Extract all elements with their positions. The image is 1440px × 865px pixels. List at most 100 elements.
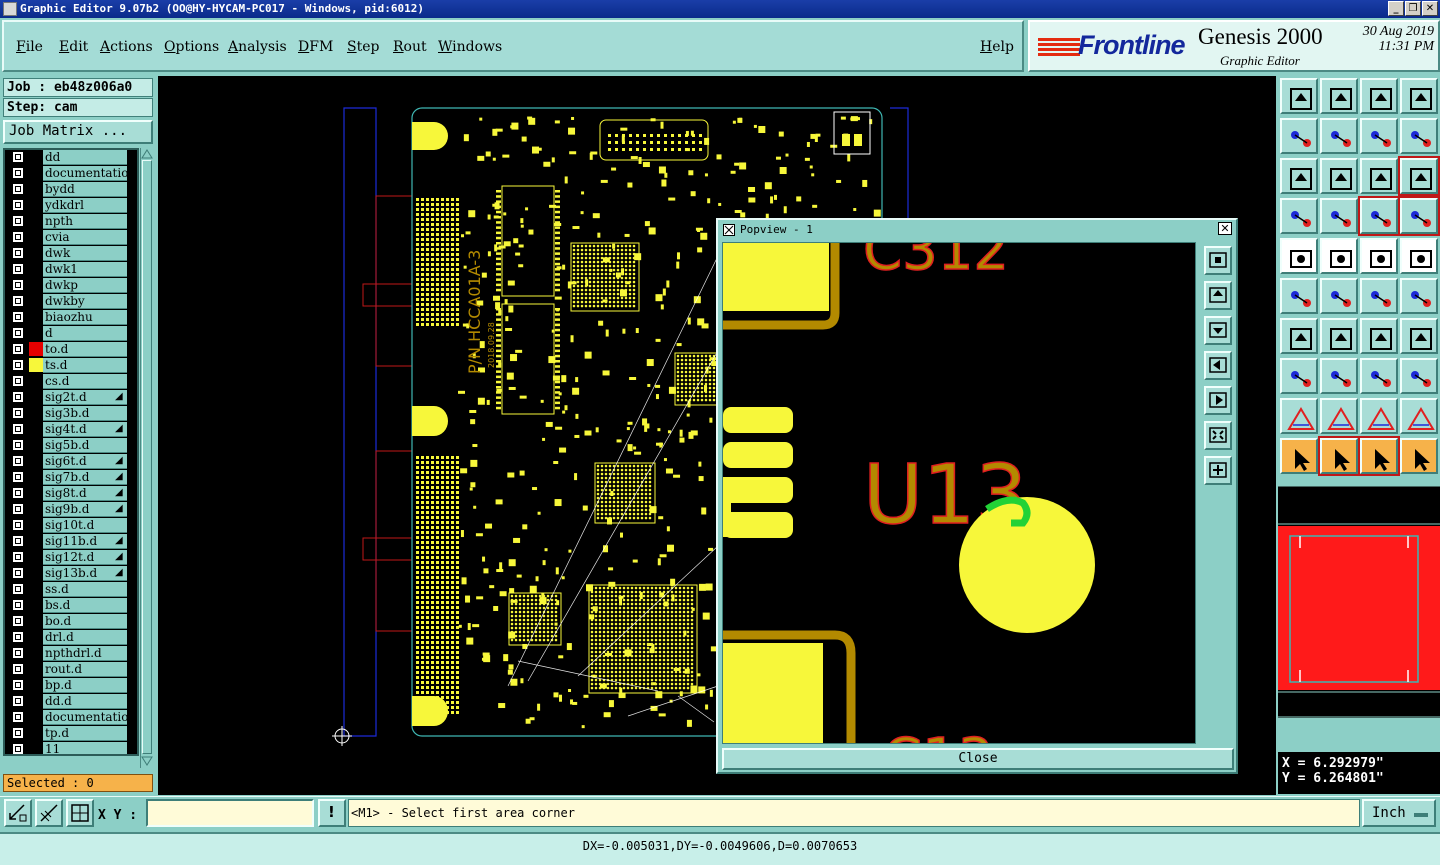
layer-checkbox[interactable]: [12, 519, 24, 531]
layer-name[interactable]: d: [43, 326, 127, 341]
layer-row[interactable]: sig12t.d ◢: [5, 549, 137, 565]
layer-row[interactable]: sig6t.d ◢: [5, 453, 137, 469]
layer-row[interactable]: cvia: [5, 229, 137, 245]
layer-row[interactable]: dd.d: [5, 693, 137, 709]
layer-color-swatch[interactable]: [29, 182, 43, 196]
layer-row[interactable]: dwk: [5, 245, 137, 261]
layer-name[interactable]: dwkby: [43, 294, 127, 309]
layer-row[interactable]: ydkdrl: [5, 197, 137, 213]
draw-tool-button[interactable]: [1320, 238, 1358, 274]
arc-tool-button[interactable]: [1360, 318, 1398, 354]
snap-tool-button[interactable]: [1280, 358, 1318, 394]
layer-row[interactable]: sig8t.d ◢: [5, 485, 137, 501]
layer-row[interactable]: sig5b.d: [5, 437, 137, 453]
layer-color-swatch[interactable]: [29, 486, 43, 500]
right-panel-button[interactable]: [1320, 118, 1358, 154]
popview-pan-up-button[interactable]: [1204, 281, 1232, 310]
menu-options[interactable]: Options: [164, 39, 219, 55]
layer-name[interactable]: cvia: [43, 230, 127, 245]
layer-checkbox[interactable]: [12, 695, 24, 707]
layer-row[interactable]: npth: [5, 213, 137, 229]
layer-row[interactable]: sig3b.d: [5, 405, 137, 421]
layer-color-swatch[interactable]: [29, 342, 43, 356]
menu-edit[interactable]: Edit: [59, 39, 88, 55]
layer-row[interactable]: bo.d: [5, 613, 137, 629]
pointer-tool-button[interactable]: [1280, 438, 1318, 474]
layer-name[interactable]: sig5b.d: [43, 438, 127, 453]
layer-checkbox[interactable]: [12, 743, 24, 754]
flip-tool-button[interactable]: [1320, 358, 1358, 394]
menu-windows[interactable]: Windows: [438, 39, 502, 55]
home-up-button[interactable]: [1280, 78, 1318, 114]
slash-tool-button[interactable]: [1320, 318, 1358, 354]
layer-name[interactable]: dwk1: [43, 262, 127, 277]
menu-step[interactable]: Step: [347, 39, 379, 55]
layer-name[interactable]: bydd: [43, 182, 127, 197]
layer-color-swatch[interactable]: [29, 550, 43, 564]
layer-row[interactable]: sig10t.d: [5, 517, 137, 533]
layer-color-swatch[interactable]: [29, 310, 43, 324]
layer-row[interactable]: d: [5, 325, 137, 341]
layer-row[interactable]: sig4t.d ◢: [5, 421, 137, 437]
alert-button[interactable]: !: [318, 799, 346, 827]
move-tool-button[interactable]: [1360, 278, 1398, 314]
layer-row[interactable]: dwkby: [5, 293, 137, 309]
close-window-button[interactable]: ✕: [1422, 1, 1438, 16]
layer-checkbox[interactable]: [12, 423, 24, 435]
layer-row[interactable]: to.d: [5, 341, 137, 357]
layer-row[interactable]: sig13b.d ◢: [5, 565, 137, 581]
layer-color-swatch[interactable]: [29, 230, 43, 244]
triangle-tool-2-button[interactable]: [1320, 398, 1358, 434]
layer-name[interactable]: biaozhu: [43, 310, 127, 325]
scroll-thumb[interactable]: [142, 160, 152, 754]
layer-row[interactable]: bp.d: [5, 677, 137, 693]
dotted-box-button[interactable]: [1400, 238, 1438, 274]
layer-name[interactable]: bs.d: [43, 598, 127, 613]
layer-color-swatch[interactable]: [29, 710, 43, 724]
layer-checkbox[interactable]: [12, 215, 24, 227]
center-button[interactable]: [1320, 158, 1358, 194]
layer-color-swatch[interactable]: [29, 534, 43, 548]
layer-color-swatch[interactable]: [29, 278, 43, 292]
line-tool-button[interactable]: [1280, 318, 1318, 354]
layer-list-scrollbar[interactable]: [140, 148, 153, 768]
layer-checkbox[interactable]: [12, 231, 24, 243]
snap-mode-button[interactable]: [4, 799, 32, 827]
box-tool-button[interactable]: [1360, 358, 1398, 394]
layer-name[interactable]: dd: [43, 150, 127, 165]
layer-name[interactable]: npth: [43, 214, 127, 229]
layer-color-swatch[interactable]: [29, 726, 43, 740]
layer-color-swatch[interactable]: [29, 470, 43, 484]
restore-button[interactable]: ❐: [1405, 1, 1421, 16]
layer-colors-2-button[interactable]: [1398, 196, 1440, 236]
layer-checkbox[interactable]: [12, 647, 24, 659]
layer-row[interactable]: dwk1: [5, 261, 137, 277]
clear-tool-button[interactable]: [1320, 198, 1358, 234]
layer-row[interactable]: sig11b.d ◢: [5, 533, 137, 549]
layer-checkbox[interactable]: [12, 551, 24, 563]
layer-color-swatch[interactable]: [29, 246, 43, 260]
layer-checkbox[interactable]: [12, 535, 24, 547]
help-button[interactable]: [1398, 156, 1440, 196]
layer-checkbox[interactable]: [12, 583, 24, 595]
layer-color-swatch[interactable]: [29, 630, 43, 644]
rotate-button[interactable]: [1400, 118, 1438, 154]
layer-color-swatch[interactable]: [29, 166, 43, 180]
layer-color-swatch[interactable]: [29, 214, 43, 228]
layer-row[interactable]: drl.d: [5, 629, 137, 645]
layer-checkbox[interactable]: [12, 455, 24, 467]
layer-row[interactable]: sig7b.d ◢: [5, 469, 137, 485]
layer-color-swatch[interactable]: [29, 662, 43, 676]
layer-checkbox[interactable]: [12, 679, 24, 691]
layer-checkbox[interactable]: [12, 615, 24, 627]
layer-checkbox[interactable]: [12, 359, 24, 371]
layer-color-swatch[interactable]: [29, 614, 43, 628]
layer-name[interactable]: sig10t.d: [43, 518, 127, 533]
zoomed-view[interactable]: C312 U13 C13: [723, 243, 1196, 744]
menu-dfm[interactable]: DFM: [298, 39, 333, 55]
layer-color-swatch[interactable]: [29, 198, 43, 212]
popview-pan-down-button[interactable]: [1204, 316, 1232, 345]
minimap[interactable]: [1278, 485, 1440, 718]
layer-name[interactable]: dd.d: [43, 694, 127, 709]
layer-name[interactable]: drl.d: [43, 630, 127, 645]
